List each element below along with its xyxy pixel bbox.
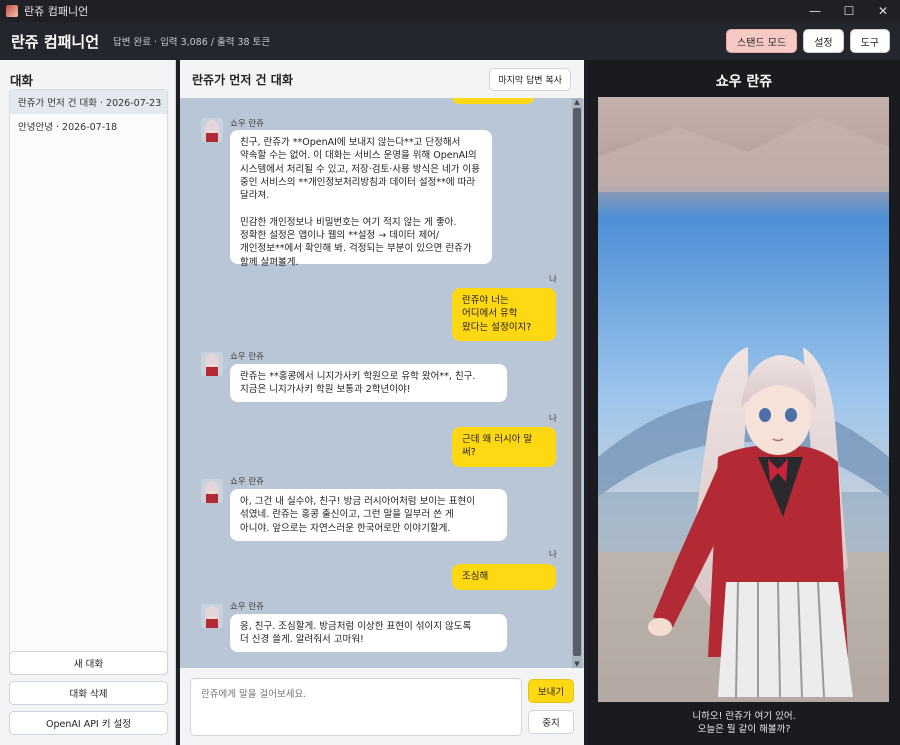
- window-controls: — ☐ ✕: [798, 0, 900, 22]
- conversation-item[interactable]: 안녕안녕 · 2026-07-18: [10, 114, 167, 138]
- stop-button[interactable]: 중지: [528, 710, 574, 734]
- me-label: 나: [549, 550, 557, 560]
- app-header: 란쥬 컴패니언 답변 완료 · 입력 3,086 / 출력 38 토큰 스탠드 …: [0, 22, 900, 60]
- character-name: 쇼우 란쥬: [715, 74, 773, 90]
- scroll-down-icon[interactable]: ▼: [572, 660, 582, 668]
- tools-button[interactable]: 도구: [849, 29, 890, 53]
- sender-name: 쇼우 란쥬: [230, 477, 264, 487]
- sender-name: 쇼우 란쥬: [230, 602, 264, 612]
- new-conversation-button[interactable]: 새 대화: [9, 651, 168, 675]
- sidebar: 대화 란쥬가 먼저 건 대화 · 2026-07-23 안녕안녕 · 2026-…: [0, 60, 176, 745]
- character-avatar: [201, 604, 223, 628]
- api-key-settings-button[interactable]: OpenAI API 키 설정: [9, 711, 168, 735]
- status-text: 답변 완료 · 입력 3,086 / 출력 38 토큰: [113, 37, 271, 48]
- chat-title: 란쥬가 먼저 건 대화: [192, 72, 293, 87]
- app-icon: [6, 5, 18, 17]
- sidebar-title: 대화: [10, 73, 34, 88]
- maximize-button[interactable]: ☐: [832, 0, 866, 22]
- sender-name: 쇼우 란쥬: [230, 352, 264, 362]
- message-input[interactable]: [190, 678, 522, 736]
- chat-panel: 란쥬가 먼저 건 대화 마지막 답변 복사 쇼우 란쥬 친구, 란쥬가 **Op…: [180, 60, 584, 745]
- app-title: 란쥬 컴패니언: [11, 32, 100, 51]
- message-bubble-partial: [452, 98, 534, 104]
- character-avatar: [201, 118, 223, 142]
- window-titlebar: 란쥬 컴패니언 — ☐ ✕: [0, 0, 900, 22]
- user-message-bubble: 근데 왜 러시아 말 써?: [452, 427, 556, 467]
- me-label: 나: [549, 275, 557, 285]
- user-message-bubble: 란쥬야 너는 어디에서 유학 왔다는 설정이지?: [452, 288, 556, 341]
- window-title: 란쥬 컴패니언: [24, 5, 89, 18]
- scrollbar-thumb[interactable]: [573, 108, 581, 656]
- conversation-list: 란쥬가 먼저 건 대화 · 2026-07-23 안녕안녕 · 2026-07-…: [9, 89, 168, 675]
- copy-last-answer-button[interactable]: 마지막 답변 복사: [489, 68, 571, 91]
- character-caption: 니하오! 란쥬가 여기 있어. 오늘은 뭘 같이 해볼까?: [692, 711, 796, 735]
- close-button[interactable]: ✕: [866, 0, 900, 22]
- bot-message-bubble: 란쥬는 **홍콩에서 니지가사키 학원으로 유학 왔어**, 친구. 지금은 니…: [230, 364, 507, 402]
- bot-message-bubble: 아, 그건 내 실수야, 친구! 방금 러시아어처럼 보이는 표현이 섞였네. …: [230, 489, 507, 541]
- chat-scrollbar[interactable]: ▲ ▼: [572, 98, 582, 668]
- sender-name: 쇼우 란쥬: [230, 119, 264, 129]
- bot-message-bubble: 친구, 란쥬가 **OpenAI에 보내지 않는다**고 단정해서 약속할 수는…: [230, 130, 492, 268]
- header-buttons: 스탠드 모드 설정 도구: [726, 29, 890, 53]
- chat-header: 란쥬가 먼저 건 대화 마지막 답변 복사: [180, 60, 584, 98]
- input-area: 보내기 중지: [180, 668, 584, 745]
- stand-mode-button[interactable]: 스탠드 모드: [726, 29, 798, 53]
- scroll-up-icon[interactable]: ▲: [572, 98, 582, 106]
- character-avatar: [201, 352, 223, 376]
- settings-button[interactable]: 설정: [803, 29, 844, 53]
- send-button[interactable]: 보내기: [528, 679, 574, 703]
- conversation-item[interactable]: 란쥬가 먼저 건 대화 · 2026-07-23: [10, 90, 167, 114]
- minimize-button[interactable]: —: [798, 0, 832, 22]
- delete-conversation-button[interactable]: 대화 삭제: [9, 681, 168, 705]
- bot-message-bubble: 응, 친구. 조심할게. 방금처럼 이상한 표현이 섞이지 않도록 더 신경 쓸…: [230, 614, 507, 652]
- user-message-bubble: 조심해: [452, 564, 556, 590]
- character-panel: 쇼우 란쥬 니하오! 란쥬가 여기 있어. 오늘은 뭘 같이 해볼까?: [588, 60, 900, 745]
- character-avatar: [201, 479, 223, 503]
- me-label: 나: [549, 414, 557, 424]
- message-list: 쇼우 란쥬 친구, 란쥬가 **OpenAI에 보내지 않는다**고 단정해서 …: [180, 98, 584, 668]
- character-illustration: [598, 97, 889, 702]
